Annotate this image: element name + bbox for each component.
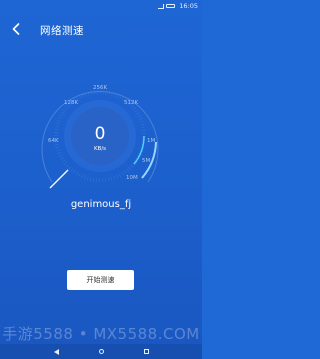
back-button[interactable] xyxy=(10,22,22,36)
tick-label-128k: 128K xyxy=(64,100,79,106)
tick-label-64k: 64K xyxy=(48,138,59,144)
status-time: 16:05 xyxy=(179,2,198,10)
nav-recent-icon[interactable] xyxy=(143,349,149,354)
tick-label-1m: 1M xyxy=(147,138,156,144)
watermark: 手游5588 • MX5588.COM xyxy=(2,324,200,343)
speed-unit: KB/s xyxy=(93,146,107,152)
speed-test-screen: 16:05 网络测速 64K 128K 256K 512K 1M 5M 10M … xyxy=(0,0,202,359)
battery-icon xyxy=(166,4,176,8)
back-arrow-icon xyxy=(12,23,20,35)
status-icons xyxy=(158,3,176,9)
signal-icon xyxy=(158,3,165,9)
app-bar: 网络测速 xyxy=(0,16,202,42)
start-test-button[interactable]: 开始测速 xyxy=(67,270,134,290)
tick-label-256k: 256K xyxy=(93,85,108,91)
nav-back-icon[interactable] xyxy=(53,348,59,355)
speed-value: 0 xyxy=(94,124,106,144)
nav-home-icon[interactable] xyxy=(98,349,104,354)
navigation-bar xyxy=(0,344,202,359)
network-name: genimous_fj xyxy=(70,199,132,210)
tick-label-512k: 512K xyxy=(124,100,139,106)
gauge-needle xyxy=(49,169,69,189)
page-title: 网络测速 xyxy=(40,25,84,37)
status-bar: 16:05 xyxy=(0,0,202,12)
tick-label-5m: 5M xyxy=(142,158,151,164)
tick-label-10m: 10M xyxy=(126,175,138,181)
